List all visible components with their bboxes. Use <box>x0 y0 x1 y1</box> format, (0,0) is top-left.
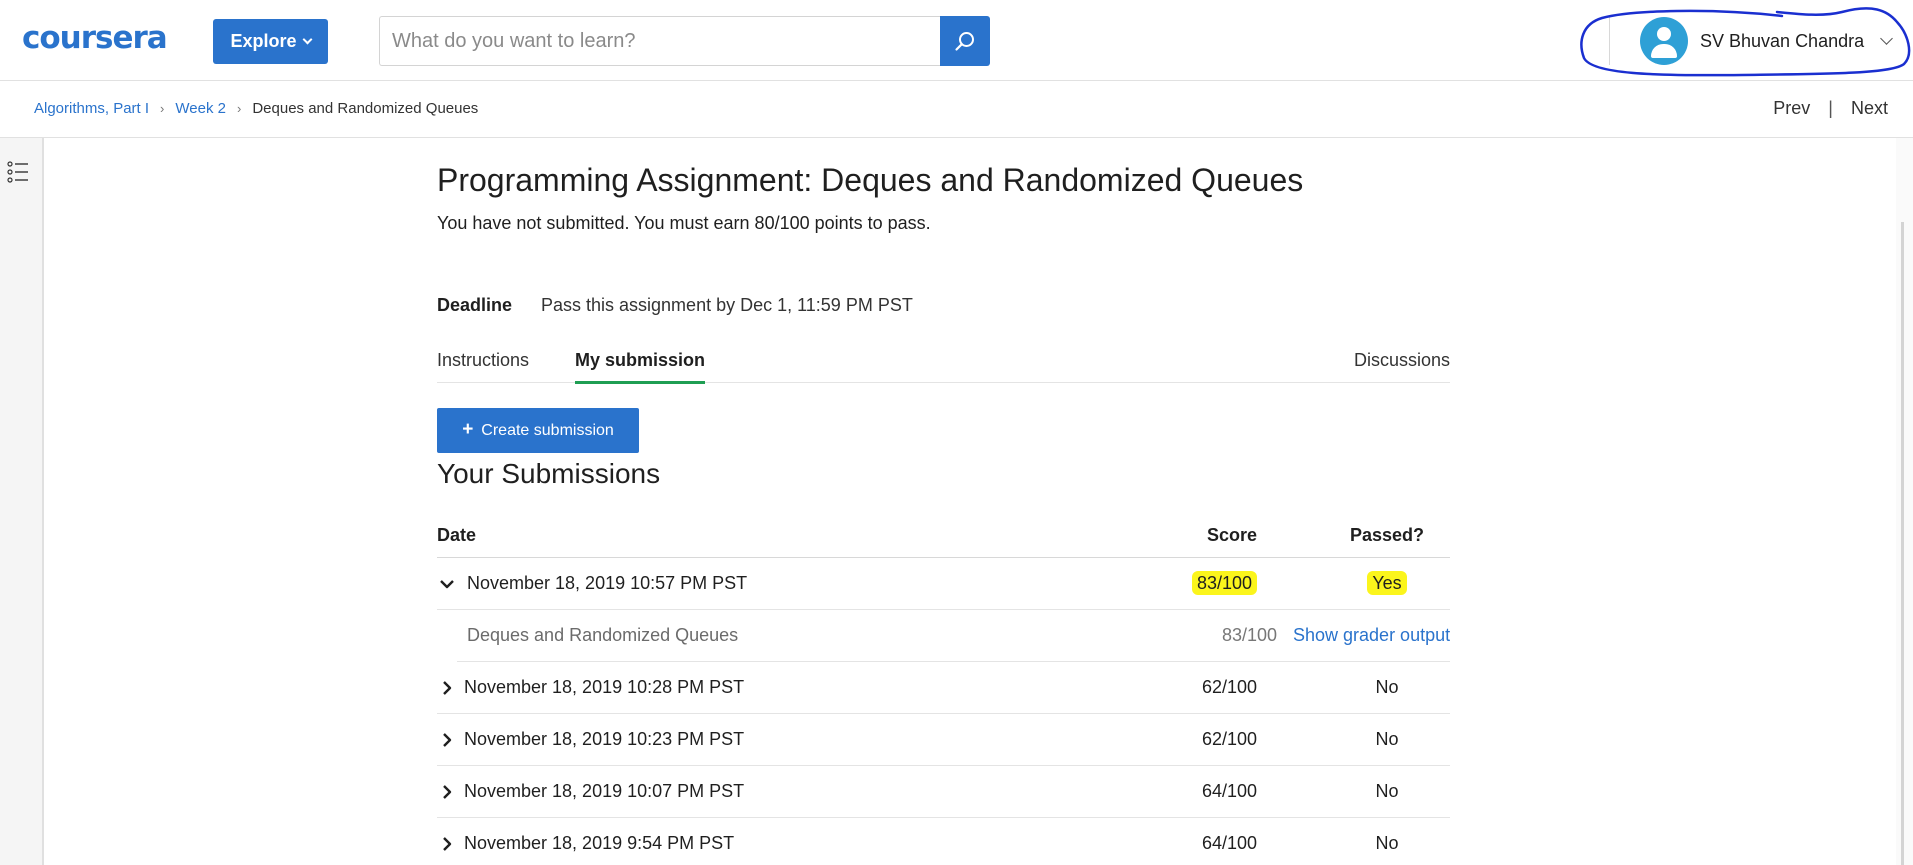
create-submission-label: Create submission <box>481 421 614 439</box>
column-header-passed: Passed? <box>1349 525 1425 545</box>
search-field[interactable] <box>379 16 941 66</box>
breadcrumb-week[interactable]: Week 2 <box>175 100 226 117</box>
deadline-value: Pass this assignment by Dec 1, 11:59 PM … <box>541 295 913 315</box>
submission-date: November 18, 2019 10:23 PM PST <box>464 729 745 749</box>
chevron-down-icon <box>1880 31 1893 45</box>
chevron-right-icon: › <box>236 101 242 116</box>
breadcrumb-current: Deques and Randomized Queues <box>252 100 479 117</box>
tab-instructions[interactable]: Instructions <box>437 350 529 371</box>
submission-passed: Yes <box>1337 571 1437 595</box>
chevron-right-icon[interactable] <box>439 784 455 800</box>
explore-button[interactable]: Explore <box>213 19 328 64</box>
submission-passed: No <box>1375 833 1399 853</box>
submission-score: 64/100 <box>1201 833 1257 853</box>
table-row[interactable]: November 18, 2019 9:54 PM PST 64/100 No <box>437 818 1450 865</box>
column-header-score: Score <box>1206 525 1257 545</box>
deadline-label: Deadline <box>437 295 513 315</box>
submission-passed: No <box>1375 729 1399 749</box>
header-divider <box>1609 17 1610 65</box>
submissions-title: Your Submissions <box>437 458 661 489</box>
page-title: Programming Assignment: Deques and Rando… <box>437 162 1304 198</box>
breadcrumb-course[interactable]: Algorithms, Part I <box>34 100 149 117</box>
table-header: Date Score Passed? <box>437 513 1450 558</box>
submission-score: 64/100 <box>1201 781 1257 801</box>
nav-separator: | <box>1828 98 1833 118</box>
outline-list-icon[interactable] <box>7 160 29 184</box>
explore-label: Explore <box>230 31 297 51</box>
search-button[interactable] <box>940 16 990 66</box>
chevron-down-icon <box>302 34 312 45</box>
part-name: Deques and Randomized Queues <box>467 625 739 645</box>
user-name: SV Bhuvan Chandra <box>1700 30 1865 51</box>
submission-date: November 18, 2019 10:07 PM PST <box>464 781 745 801</box>
scrollbar-thumb[interactable] <box>1901 222 1904 865</box>
part-score: 83/100 <box>1221 625 1277 645</box>
show-grader-output-link[interactable]: Show grader output <box>1293 625 1450 646</box>
coursera-logo[interactable]: coursera <box>22 20 168 56</box>
submission-passed: No <box>1375 781 1399 801</box>
submissions-table: Date Score Passed? November 18, 2019 10:… <box>437 513 1450 865</box>
tab-my-submission[interactable]: My submission <box>575 350 706 384</box>
table-row[interactable]: November 18, 2019 10:23 PM PST 62/100 No <box>437 714 1450 766</box>
table-row[interactable]: November 18, 2019 10:07 PM PST 64/100 No <box>437 766 1450 818</box>
search-icon <box>955 32 974 51</box>
create-submission-button[interactable]: + Create submission <box>437 408 639 453</box>
submission-score: 62/100 <box>1201 729 1257 749</box>
column-header-date: Date <box>437 525 477 545</box>
submission-part-row: Deques and Randomized Queues 83/100 Show… <box>457 610 1450 662</box>
highlighted-score: 83/100 <box>1191 571 1257 595</box>
submission-passed: No <box>1375 677 1399 697</box>
table-row[interactable]: November 18, 2019 10:28 PM PST 62/100 No <box>437 662 1450 714</box>
chevron-down-icon[interactable] <box>439 576 455 592</box>
assignment-tabs: Instructions My submission Discussions <box>437 340 1450 384</box>
next-link[interactable]: Next <box>1851 98 1888 119</box>
breadcrumb-bar: Algorithms, Part I › Week 2 › Deques and… <box>0 81 1913 138</box>
highlighted-passed: Yes <box>1367 571 1407 595</box>
prev-link[interactable]: Prev <box>1773 98 1810 119</box>
plus-icon: + <box>462 418 474 440</box>
submission-date: November 18, 2019 9:54 PM PST <box>464 833 735 853</box>
left-rail <box>0 138 44 865</box>
breadcrumb: Algorithms, Part I › Week 2 › Deques and… <box>34 100 478 117</box>
prev-next-nav: Prev | Next <box>1773 98 1888 119</box>
avatar-icon <box>1640 17 1688 65</box>
submission-date: November 18, 2019 10:28 PM PST <box>464 677 745 697</box>
table-row[interactable]: November 18, 2019 10:57 PM PST 83/100 Ye… <box>437 558 1450 610</box>
scrollbar[interactable] <box>1896 138 1913 865</box>
chevron-right-icon[interactable] <box>439 732 455 748</box>
submission-date: November 18, 2019 10:57 PM PST <box>467 573 748 593</box>
tab-discussions[interactable]: Discussions <box>1354 350 1450 371</box>
chevron-right-icon[interactable] <box>439 680 455 696</box>
submission-score: 62/100 <box>1201 677 1257 697</box>
submission-status: You have not submitted. You must earn 80… <box>437 213 931 233</box>
chevron-right-icon[interactable] <box>439 836 455 852</box>
submission-score: 83/100 <box>1191 571 1257 595</box>
top-header: coursera Explore SV Bhuvan Chandra <box>0 0 1913 81</box>
search-input[interactable] <box>392 29 941 53</box>
chevron-right-icon: › <box>160 101 165 116</box>
user-menu[interactable]: SV Bhuvan Chandra <box>1640 17 1893 65</box>
